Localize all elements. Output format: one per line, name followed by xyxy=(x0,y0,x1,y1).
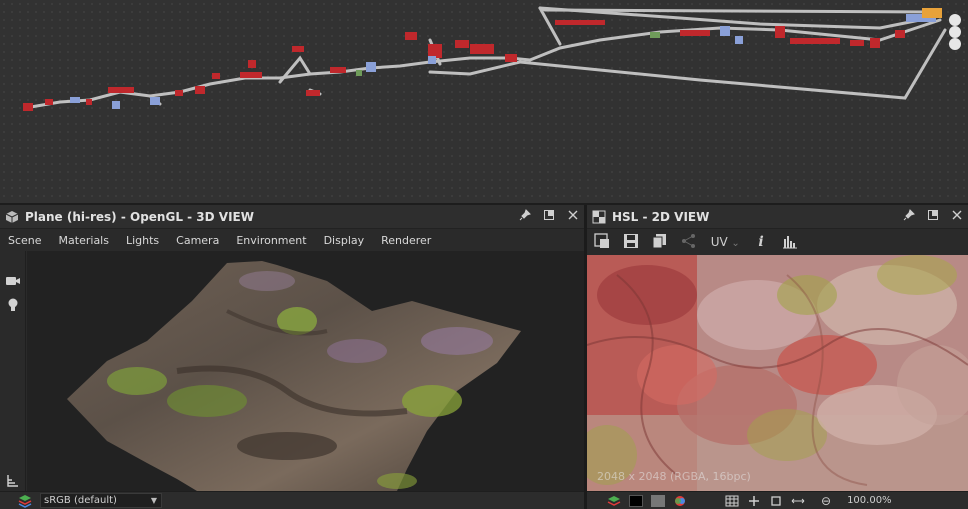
save-icon[interactable] xyxy=(622,233,640,251)
stats-icon[interactable] xyxy=(5,473,21,489)
zoom-level[interactable]: 100.00% xyxy=(847,495,892,506)
3d-view-title: Plane (hi-res) - OpenGL - 3D VIEW xyxy=(25,209,254,224)
histogram-icon[interactable] xyxy=(781,233,799,251)
pin-icon[interactable] xyxy=(518,209,532,223)
chevron-down-icon: ▼ xyxy=(150,496,157,505)
image-info-label: 2048 x 2048 (RGBA, 16bpc) xyxy=(597,470,751,483)
menu-materials[interactable]: Materials xyxy=(59,234,109,247)
resize-icon[interactable] xyxy=(791,495,805,507)
color-wheel-icon[interactable] xyxy=(673,495,687,507)
grid-icon[interactable] xyxy=(725,495,739,507)
fit-view-icon[interactable] xyxy=(593,233,611,251)
cube-icon xyxy=(5,210,19,224)
uv-dropdown[interactable]: UV ⌄ xyxy=(709,233,741,251)
3d-view-menubar: Scene Materials Lights Camera Environmen… xyxy=(0,229,584,251)
background-gray-swatch[interactable] xyxy=(651,494,665,507)
2d-view-header: HSL - 2D VIEW xyxy=(587,205,968,229)
3d-view-header: Plane (hi-res) - OpenGL - 3D VIEW xyxy=(0,205,584,229)
camera-icon[interactable] xyxy=(5,273,21,289)
3d-status-bar: sRGB (default) ▼ xyxy=(0,491,584,509)
maximize-icon[interactable] xyxy=(542,209,556,223)
layers-icon[interactable] xyxy=(18,494,32,508)
terrain-render xyxy=(67,261,521,491)
checker-icon xyxy=(592,210,606,224)
menu-scene[interactable]: Scene xyxy=(8,234,42,247)
menu-display[interactable]: Display xyxy=(324,234,365,247)
zoom-out-icon[interactable]: ⊖ xyxy=(821,494,831,508)
3d-side-toolbar xyxy=(0,251,26,491)
2d-view-title: HSL - 2D VIEW xyxy=(612,209,710,224)
background-black-swatch[interactable] xyxy=(629,494,643,507)
pin-icon[interactable] xyxy=(902,209,916,223)
2d-view-panel: HSL - 2D VIEW UV ⌄ i 2048 x 2048 (RGBA, … xyxy=(587,205,968,509)
2d-status-bar: ⊖ 100.00% xyxy=(587,491,968,509)
close-icon[interactable] xyxy=(950,209,964,223)
2d-viewport[interactable]: 2048 x 2048 (RGBA, 16bpc) xyxy=(587,255,968,491)
maximize-icon[interactable] xyxy=(926,209,940,223)
menu-environment[interactable]: Environment xyxy=(236,234,306,247)
2d-toolbar: UV ⌄ i xyxy=(587,229,968,255)
3d-viewport[interactable] xyxy=(27,251,584,491)
share-icon[interactable] xyxy=(680,233,698,251)
uv-label: UV xyxy=(710,235,728,249)
graph-links xyxy=(23,6,947,110)
menu-renderer[interactable]: Renderer xyxy=(381,234,431,247)
pivot-icon[interactable] xyxy=(747,495,761,507)
info-icon[interactable]: i xyxy=(752,233,770,251)
3d-view-panel: Plane (hi-res) - OpenGL - 3D VIEW Scene … xyxy=(0,205,584,509)
colorspace-value: sRGB (default) xyxy=(44,495,117,506)
copy-icon[interactable] xyxy=(651,233,669,251)
frame-icon[interactable] xyxy=(769,495,783,507)
hsl-texture xyxy=(587,255,968,491)
close-icon[interactable] xyxy=(566,209,580,223)
colorspace-select[interactable]: sRGB (default) ▼ xyxy=(40,493,162,508)
light-bulb-icon[interactable] xyxy=(5,297,21,313)
layers-icon[interactable] xyxy=(607,495,621,507)
menu-camera[interactable]: Camera xyxy=(176,234,219,247)
node-graph[interactable] xyxy=(0,0,968,203)
menu-lights[interactable]: Lights xyxy=(126,234,159,247)
node-graph-canvas[interactable] xyxy=(0,0,968,203)
